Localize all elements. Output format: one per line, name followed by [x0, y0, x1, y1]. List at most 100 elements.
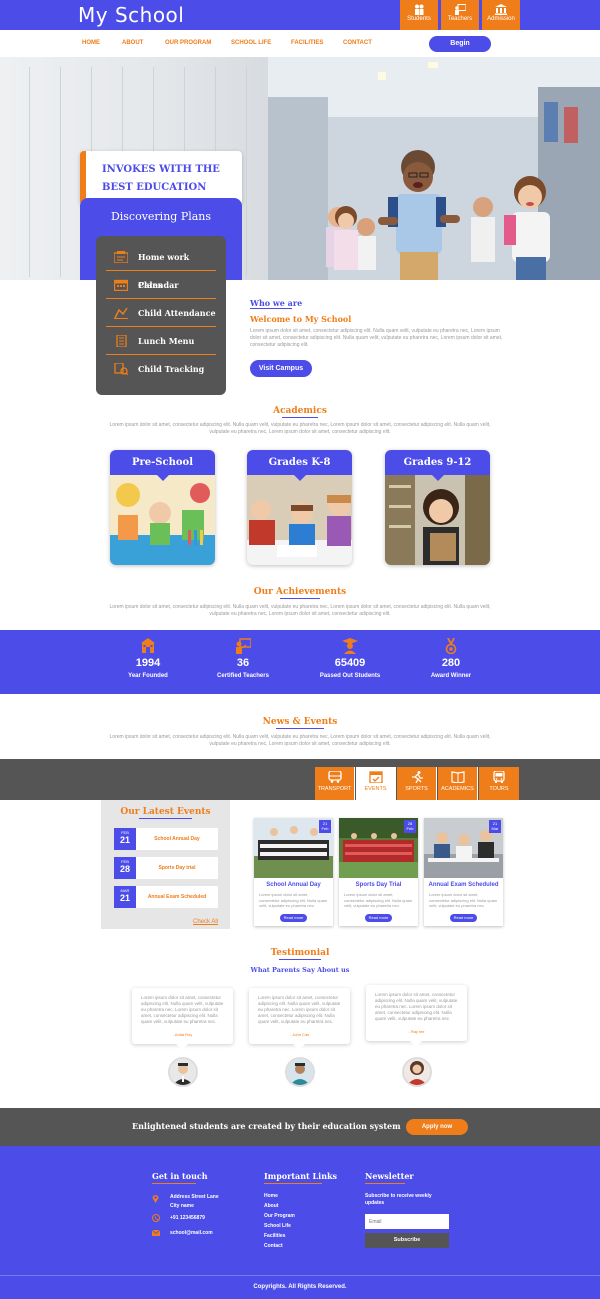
phone-number[interactable]: +91 123456879 — [170, 1215, 205, 1221]
event-day: 21 — [119, 893, 130, 903]
event-card[interactable]: 28 Feb Sports Day Trial Lorem ipsum dolor… — [339, 818, 418, 926]
nav-about[interactable]: ABOUT — [122, 40, 143, 46]
grades-9-12-image — [385, 475, 490, 565]
latest-events-title: Our Latest Events — [120, 807, 211, 817]
event-date-badge: 21 Feb — [319, 820, 331, 833]
nav-home[interactable]: HOME — [82, 40, 100, 46]
stat-label: Certified Teachers — [217, 673, 269, 679]
phone-icon — [152, 1214, 160, 1222]
tab-tours[interactable]: TOURS — [479, 767, 519, 800]
admission-icon — [495, 4, 507, 15]
testimonial-subtitle: What Parents Say About us — [250, 966, 350, 974]
achievements-title: Our Achievements — [253, 587, 347, 597]
top-tab-label: Students — [407, 16, 431, 22]
tab-label: SPORTS — [405, 786, 428, 792]
tab-transport[interactable]: TRANSPORT — [315, 767, 355, 800]
preschool-image — [110, 475, 215, 565]
tab-sports[interactable]: SPORTS — [397, 767, 437, 800]
testimonial-card: Lorem ipsum dolor sit amet, consectetur … — [132, 988, 233, 1050]
event-card-text: Lorem ipsum dolor sit amet, consectetur … — [429, 892, 498, 908]
title-underline — [250, 308, 292, 309]
footer-link-facilities[interactable]: Facilities — [264, 1233, 285, 1239]
academic-card-preschool[interactable]: Pre-School — [110, 450, 215, 565]
event-name: Sports Day trial — [158, 865, 196, 871]
testimonial-card: Lorem ipsum dolor sit amet, consectetur … — [366, 985, 467, 1047]
begin-button[interactable]: Begin — [429, 36, 491, 52]
latest-event-item[interactable]: FEB 21 School Annual Day — [114, 828, 218, 850]
address-line2: City name — [170, 1203, 194, 1209]
latest-event-item[interactable]: MAR 21 Annual Exam Scheduled — [114, 886, 218, 908]
read-more-button[interactable]: Read more — [280, 914, 307, 922]
read-more-button[interactable]: Read more — [450, 914, 477, 922]
achievements-text: Lorem ipsum dolor sit amet, consectetur … — [109, 604, 491, 617]
nav-school-life[interactable]: SCHOOL LIFE — [231, 40, 271, 46]
event-name: Annual Exam Scheduled — [147, 894, 207, 900]
testimonial-text: Lorem ipsum dolor sit amet, consectetur … — [141, 995, 224, 1024]
read-more-button[interactable]: Read more — [365, 914, 392, 922]
nav-contact[interactable]: CONTACT — [343, 40, 372, 46]
plan-item-label: Calendar — [138, 280, 179, 290]
footer-link-home[interactable]: Home — [264, 1193, 278, 1199]
footer-link-school-life[interactable]: School Life — [264, 1223, 291, 1229]
plan-item-attendance[interactable]: Child Attendance — [106, 299, 216, 327]
event-card[interactable]: 21 Feb School Annual Day Lorem ipsum dolo… — [254, 818, 333, 926]
footer-link-our-program[interactable]: Our Program — [264, 1213, 295, 1219]
event-name: School Annual Day — [154, 836, 200, 842]
footer: Get in touch Address Street Lane City na… — [0, 1146, 600, 1299]
email-address[interactable]: school@mail.com — [170, 1230, 213, 1236]
grades-k8-image — [247, 475, 352, 565]
testimonial-text: Lorem ipsum dolor sit amet, consectetur … — [375, 992, 458, 1021]
academic-card-title: Grades K-8 — [247, 450, 352, 475]
footer-link-about[interactable]: About — [264, 1203, 278, 1209]
top-tab-students[interactable]: Students — [400, 0, 438, 30]
check-all-link[interactable]: Check All — [193, 919, 218, 925]
footer-link-contact[interactable]: Contact — [264, 1243, 283, 1249]
apply-now-button[interactable]: Apply now — [406, 1119, 468, 1135]
event-card-title: Sports Day Trial — [355, 882, 402, 888]
students-icon — [415, 4, 424, 15]
visit-campus-button[interactable]: Visit Campus — [250, 360, 312, 377]
stat-value: 280 — [441, 657, 461, 669]
calendar-icon — [114, 279, 128, 291]
avatar — [168, 1057, 198, 1087]
plan-item-lunch-menu[interactable]: Lunch Menu — [106, 327, 216, 355]
plan-item-homework[interactable]: Home work Plans — [106, 243, 216, 290]
bus-front-icon — [493, 771, 505, 783]
plan-item-tracking[interactable]: Child Tracking — [106, 355, 216, 383]
academic-card-k8[interactable]: Grades K-8 — [247, 450, 352, 565]
subscribe-button[interactable]: Subscribe — [365, 1233, 449, 1248]
news-events-title: News & Events — [262, 717, 338, 727]
event-card[interactable]: 21 Mar Annual Exam Scheduled Lorem ipsum … — [424, 818, 503, 926]
teachers-icon — [455, 4, 466, 15]
tab-label: EVENTS — [364, 786, 387, 792]
latest-events-panel: Our Latest Events FEB 21 School Annual D… — [101, 800, 230, 929]
latest-event-item[interactable]: FEB 28 Sports Day trial — [114, 857, 218, 879]
nav-facilities[interactable]: FACILITIES — [291, 40, 323, 46]
hero-headline-line1: INVOKES WITH THE — [102, 164, 220, 175]
graduate-icon — [342, 638, 358, 654]
top-tab-teachers[interactable]: Teachers — [441, 0, 479, 30]
title-underline — [365, 1183, 405, 1184]
stat-certified-teachers: 36 Certified Teachers — [198, 638, 288, 679]
card-notch — [176, 1044, 188, 1050]
lunch-menu-icon — [116, 335, 127, 347]
plan-item-label: Child Attendance — [138, 308, 216, 318]
tab-academics[interactable]: ACADEMICS — [438, 767, 478, 800]
nav-our-program[interactable]: OUR PROGRAM — [165, 40, 211, 46]
book-icon — [450, 771, 465, 783]
attendance-icon — [114, 307, 128, 319]
logo[interactable]: My School — [78, 3, 184, 27]
card-notch — [432, 475, 444, 481]
avatar — [285, 1057, 315, 1087]
tab-events[interactable]: EVENTS — [356, 767, 396, 800]
plan-item-calendar[interactable]: Calendar — [106, 271, 216, 299]
hero-headline-card: INVOKES WITH THE BEST EDUCATION SYSTEM — [80, 151, 242, 211]
top-tab-admission[interactable]: Admission — [482, 0, 520, 30]
testimonial-title: Testimonial — [270, 948, 330, 958]
academic-card-9-12[interactable]: Grades 9-12 — [385, 450, 490, 565]
school-building-icon — [141, 638, 155, 653]
title-underline — [280, 598, 320, 599]
title-underline — [276, 728, 324, 729]
address-line1: Address Street Lane — [170, 1194, 219, 1200]
newsletter-email-input[interactable] — [365, 1214, 449, 1229]
